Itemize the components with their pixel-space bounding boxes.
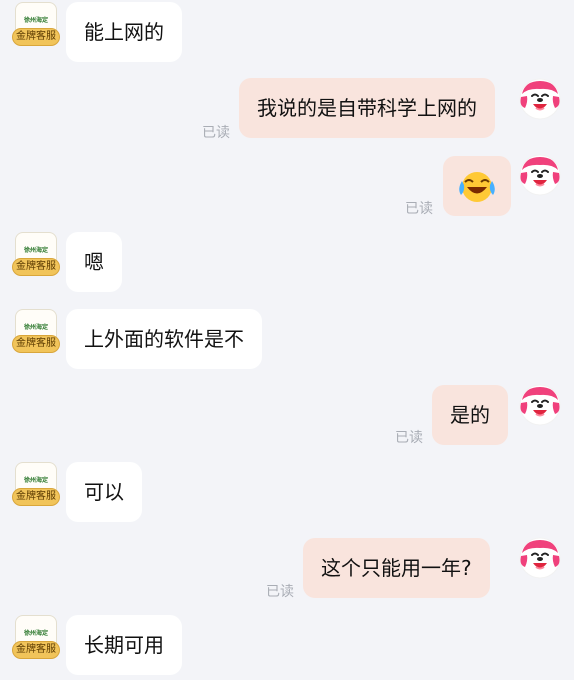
read-status: 已读 [202, 125, 230, 141]
agent-message-bubble[interactable]: 上外面的软件是不 [66, 309, 262, 369]
user-avatar[interactable] [519, 537, 561, 579]
agent-message-bubble[interactable]: 嗯 [66, 232, 122, 292]
jd-dog-avatar-icon [519, 78, 561, 120]
gold-service-badge: 金牌客服 [12, 258, 60, 276]
read-status: 已读 [395, 430, 423, 446]
agent-avatar[interactable]: 徐州海定 金牌客服 [12, 309, 60, 357]
read-status: 已读 [266, 584, 294, 600]
gold-service-badge: 金牌客服 [12, 641, 60, 659]
gold-service-badge: 金牌客服 [12, 28, 60, 46]
jd-dog-avatar-icon [519, 154, 561, 196]
agent-avatar[interactable]: 徐州海定 金牌客服 [12, 232, 60, 280]
user-message-bubble[interactable]: 是的 [432, 385, 508, 445]
read-status: 已读 [405, 201, 433, 217]
gold-service-badge: 金牌客服 [12, 335, 60, 353]
agent-message-bubble[interactable]: 可以 [66, 462, 142, 522]
agent-message-bubble[interactable]: 长期可用 [66, 615, 182, 675]
user-avatar[interactable] [519, 384, 561, 426]
user-avatar[interactable] [519, 154, 561, 196]
laughing-crying-emoji-icon [459, 172, 495, 202]
gold-service-badge: 金牌客服 [12, 488, 60, 506]
jd-dog-avatar-icon [519, 384, 561, 426]
agent-avatar[interactable]: 徐州海定 金牌客服 [12, 2, 60, 50]
agent-avatar[interactable]: 徐州海定 金牌客服 [12, 462, 60, 510]
jd-dog-avatar-icon [519, 537, 561, 579]
user-message-bubble[interactable]: 这个只能用一年? [303, 538, 490, 598]
user-emoji-bubble[interactable] [443, 156, 511, 216]
agent-message-bubble[interactable]: 能上网的 [66, 2, 182, 62]
user-message-bubble[interactable]: 我说的是自带科学上网的 [239, 78, 495, 138]
agent-avatar[interactable]: 徐州海定 金牌客服 [12, 615, 60, 663]
user-avatar[interactable] [519, 78, 561, 120]
